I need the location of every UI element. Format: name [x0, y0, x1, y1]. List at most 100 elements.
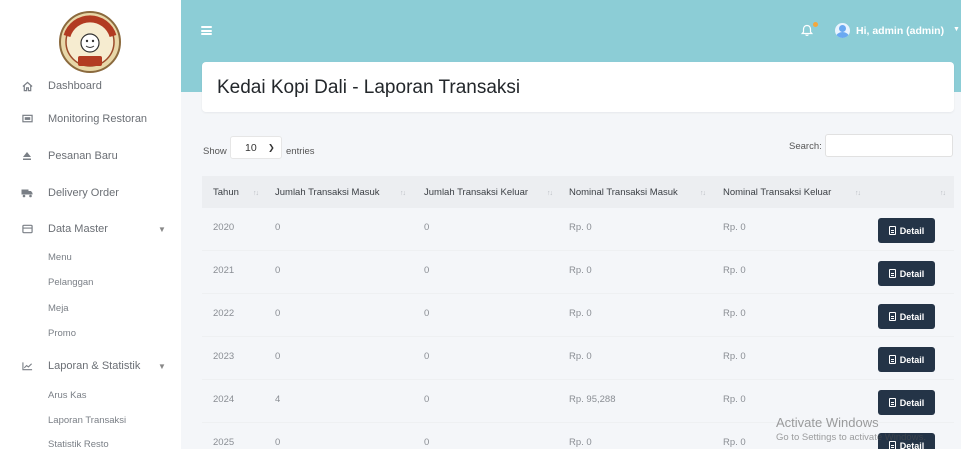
user-menu-label[interactable]: Hi, admin (admin) [856, 25, 944, 37]
cell-jumlah-masuk: 0 [275, 351, 281, 362]
cell-tahun: 2023 [213, 351, 235, 362]
search-input[interactable] [825, 134, 953, 157]
sidebar-item-monitoring-restoran[interactable]: Monitoring Restoran [0, 108, 181, 130]
chart-icon [21, 360, 33, 372]
cell-nominal-keluar: Rp. 0 [723, 308, 746, 319]
sidebar-item-label: Dashboard [48, 80, 102, 92]
cell-nominal-masuk: Rp. 0 [569, 351, 592, 362]
title-card: Kedai Kopi Dali - Laporan Transaksi [202, 62, 954, 112]
hamburger-icon[interactable] [201, 26, 212, 35]
monitor-icon [21, 113, 33, 125]
detail-button-label: Detail [899, 354, 925, 365]
sidebar-item-label: Pesanan Baru [48, 150, 118, 162]
cell-jumlah-keluar: 0 [424, 437, 430, 448]
truck-icon [21, 187, 33, 199]
sort-icon[interactable]: ↑↓ [700, 190, 706, 197]
cell-tahun: 2025 [213, 437, 235, 448]
cell-tahun: 2022 [213, 308, 235, 319]
table-row: 2020 0 0 Rp. 0 Rp. 0 Detail [202, 208, 954, 251]
cell-jumlah-keluar: 0 [424, 222, 430, 233]
sidebar-item-pesanan-baru[interactable]: Pesanan Baru [0, 145, 181, 167]
cell-tahun: 2021 [213, 265, 235, 276]
cell-nominal-masuk: Rp. 0 [569, 222, 592, 233]
column-header-nominal-masuk[interactable]: Nominal Transaksi Masuk [569, 187, 678, 198]
sidebar-subitem-meja[interactable]: Meja [48, 303, 69, 314]
cell-tahun: 2024 [213, 394, 235, 405]
table-row: 2021 0 0 Rp. 0 Rp. 0 Detail [202, 251, 954, 294]
activate-windows-hint: Go to Settings to activate Windows. [776, 432, 926, 443]
detail-button[interactable]: Detail [878, 304, 935, 329]
avatar[interactable] [835, 23, 850, 38]
column-header-tahun[interactable]: Tahun [213, 187, 239, 198]
eject-icon [21, 150, 33, 162]
page-title: Kedai Kopi Dali - Laporan Transaksi [217, 77, 521, 98]
page-length-value: 10 [245, 142, 257, 154]
column-header-nominal-keluar[interactable]: Nominal Transaksi Keluar [723, 187, 831, 198]
kedai-kopi-dali-logo[interactable] [58, 10, 122, 74]
detail-button[interactable]: Detail [878, 261, 935, 286]
detail-button-label: Detail [899, 397, 925, 408]
cell-nominal-masuk: Rp. 0 [569, 308, 592, 319]
column-header-jumlah-masuk[interactable]: Jumlah Transaksi Masuk [275, 187, 380, 198]
detail-button-label: Detail [899, 311, 925, 322]
search-label: Search: [789, 141, 822, 152]
sort-icon[interactable]: ↑↓ [547, 190, 553, 197]
column-header-jumlah-keluar[interactable]: Jumlah Transaksi Keluar [424, 187, 528, 198]
detail-button[interactable]: Detail [878, 347, 935, 372]
cell-nominal-keluar: Rp. 0 [723, 351, 746, 362]
cell-jumlah-keluar: 0 [424, 308, 430, 319]
entries-label: entries [286, 146, 315, 157]
document-icon [888, 269, 896, 278]
document-icon [888, 398, 896, 407]
sidebar-item-label: Delivery Order [48, 187, 119, 199]
cell-nominal-keluar: Rp. 0 [723, 265, 746, 276]
cell-nominal-keluar: Rp. 0 [723, 437, 746, 448]
sidebar-item-data-master[interactable]: Data Master ▼ [0, 218, 181, 240]
sidebar: Dashboard Monitoring Restoran Pesanan Ba… [0, 0, 181, 449]
detail-button-label: Detail [899, 268, 925, 279]
detail-button-label: Detail [899, 225, 925, 236]
cell-nominal-keluar: Rp. 0 [723, 394, 746, 405]
chevron-down-icon: ▼ [158, 361, 166, 371]
document-icon [888, 312, 896, 321]
table-header: Tahun ↑↓ Jumlah Transaksi Masuk ↑↓ Jumla… [202, 176, 954, 208]
cell-nominal-masuk: Rp. 0 [569, 265, 592, 276]
cell-nominal-keluar: Rp. 0 [723, 222, 746, 233]
sort-icon[interactable]: ↑↓ [400, 190, 406, 197]
database-icon [21, 223, 33, 235]
sidebar-subitem-laporan-transaksi[interactable]: Laporan Transaksi [48, 415, 126, 426]
sidebar-subitem-promo[interactable]: Promo [48, 328, 76, 339]
chevron-down-icon: ❯ [268, 143, 275, 152]
document-icon [888, 355, 896, 364]
cell-nominal-masuk: Rp. 0 [569, 437, 592, 448]
detail-button[interactable]: Detail [878, 390, 935, 415]
sidebar-subitem-statistik-resto[interactable]: Statistik Resto [48, 439, 109, 449]
page-length-select[interactable]: 10 ❯ [230, 136, 282, 159]
table-row: 2022 0 0 Rp. 0 Rp. 0 Detail [202, 294, 954, 337]
chevron-down-icon[interactable]: ▼ [953, 26, 960, 33]
cell-nominal-masuk: Rp. 95,288 [569, 394, 616, 405]
sidebar-item-label: Monitoring Restoran [48, 113, 148, 125]
sidebar-item-delivery-order[interactable]: Delivery Order [0, 182, 181, 204]
cell-jumlah-masuk: 0 [275, 308, 281, 319]
bell-icon[interactable] [801, 24, 813, 37]
sort-icon[interactable]: ↑↓ [253, 190, 259, 197]
cell-jumlah-masuk: 4 [275, 394, 281, 405]
notification-dot [813, 22, 818, 27]
sidebar-subitem-arus-kas[interactable]: Arus Kas [48, 390, 87, 401]
cell-jumlah-keluar: 0 [424, 265, 430, 276]
sidebar-item-label: Data Master [48, 223, 108, 235]
sort-icon[interactable]: ↑↓ [855, 190, 861, 197]
cell-jumlah-masuk: 0 [275, 222, 281, 233]
sidebar-subitem-pelanggan[interactable]: Pelanggan [48, 277, 93, 288]
sort-icon[interactable]: ↑↓ [940, 190, 946, 197]
detail-button[interactable]: Detail [878, 218, 935, 243]
sidebar-subitem-menu[interactable]: Menu [48, 252, 72, 263]
sidebar-item-label: Laporan & Statistik [48, 360, 141, 372]
chevron-down-icon: ▼ [158, 224, 166, 234]
sidebar-item-laporan-statistik[interactable]: Laporan & Statistik ▼ [0, 355, 181, 377]
cell-tahun: 2020 [213, 222, 235, 233]
sidebar-item-dashboard[interactable]: Dashboard [0, 75, 181, 97]
cell-jumlah-masuk: 0 [275, 265, 281, 276]
show-label: Show [203, 146, 227, 157]
